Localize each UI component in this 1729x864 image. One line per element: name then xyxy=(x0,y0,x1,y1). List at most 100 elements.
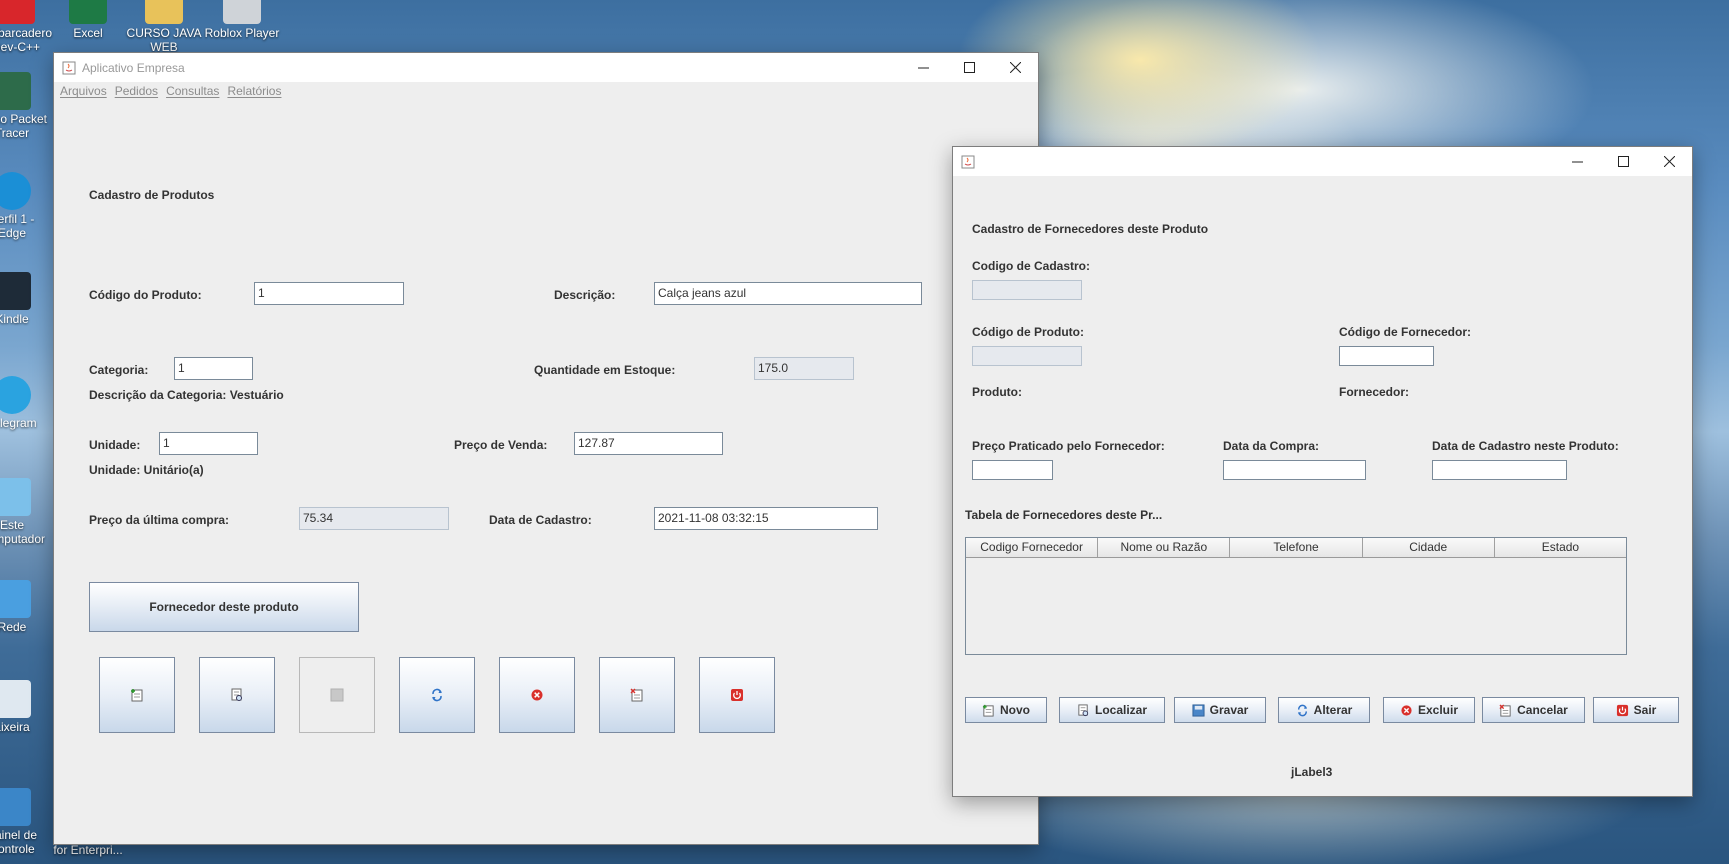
telegram-icon xyxy=(0,376,31,414)
quantidade-estoque-input: 175.0 xyxy=(754,357,854,380)
new-document-icon xyxy=(982,704,994,717)
main-content: Cadastro de Produtos Código do Produto: … xyxy=(54,53,1038,844)
fornecedores-table[interactable]: Codigo Fornecedor Nome ou Razão Telefone… xyxy=(965,537,1627,655)
footer-label: jLabel3 xyxy=(1291,765,1333,779)
alterar-button[interactable]: Alterar xyxy=(1278,697,1370,723)
devcpp-icon xyxy=(0,0,35,24)
desktop-icon-roblox[interactable]: Roblox Player xyxy=(204,0,280,40)
alterar-button[interactable] xyxy=(399,657,475,733)
desktop-icon-enterprise[interactable]: for Enterpri... xyxy=(50,843,126,857)
localizar-button[interactable] xyxy=(199,657,275,733)
categoria-label: Categoria: xyxy=(89,363,149,377)
column-header[interactable]: Codigo Fornecedor xyxy=(966,538,1099,557)
cancelar-button[interactable] xyxy=(599,657,675,733)
codigo-produto-input xyxy=(972,346,1082,366)
localizar-label: Localizar xyxy=(1094,703,1148,717)
network-icon xyxy=(0,580,31,618)
descricao-categoria-text: Descrição da Categoria: Vestuário xyxy=(89,388,284,402)
sair-label: Sair xyxy=(1633,703,1657,717)
data-cadastro-produto-label: Data de Cadastro neste Produto: xyxy=(1432,439,1619,453)
desktop-icon-packet-tracer[interactable]: Cisco Packet Tracer xyxy=(0,72,50,140)
table-title: Tabela de Fornecedores deste Pr... xyxy=(965,508,1163,522)
delete-icon xyxy=(531,689,543,701)
control-panel-icon xyxy=(0,788,31,826)
supplier-content: Cadastro de Fornecedores deste Produto C… xyxy=(953,147,1692,796)
excluir-button[interactable] xyxy=(499,657,575,733)
codigo-fornecedor-label: Código de Fornecedor: xyxy=(1339,325,1471,339)
desktop-icon-kindle[interactable]: Kindle xyxy=(0,272,50,326)
excluir-label: Excluir xyxy=(1417,703,1459,717)
novo-label: Novo xyxy=(1000,703,1030,717)
gravar-button[interactable] xyxy=(299,657,375,733)
preco-ultima-compra-label: Preço da última compra: xyxy=(89,513,230,527)
save-icon xyxy=(1192,703,1205,717)
power-icon xyxy=(1616,704,1628,716)
produto-label: Produto: xyxy=(972,385,1022,399)
folder-icon xyxy=(145,0,183,24)
desktop-icon-edge[interactable]: Perfil 1 - Edge xyxy=(0,172,50,240)
page-title: Cadastro de Produtos xyxy=(89,188,215,202)
unidade-descricao-text: Unidade: Unitário(a) xyxy=(89,463,204,477)
desktop-icon-telegram[interactable]: Telegram xyxy=(0,376,50,430)
fornecedor-produto-button[interactable]: Fornecedor deste produto xyxy=(89,582,359,632)
computer-icon xyxy=(0,478,31,516)
kindle-icon xyxy=(0,272,31,310)
desktop-icon-devcpp[interactable]: Embarcadero Dev-C++ xyxy=(0,0,54,54)
refresh-icon xyxy=(1297,704,1307,716)
quantidade-estoque-label: Quantidade em Estoque: xyxy=(534,363,676,377)
cancelar-label: Cancelar xyxy=(1517,703,1568,717)
codigo-cadastro-input xyxy=(972,280,1082,300)
column-header[interactable]: Cidade xyxy=(1363,538,1495,557)
sair-button[interactable]: Sair xyxy=(1593,697,1679,723)
delete-icon xyxy=(1401,704,1412,716)
column-header[interactable]: Estado xyxy=(1495,538,1626,557)
codigo-produto-input[interactable]: 1 xyxy=(254,282,404,305)
localizar-button[interactable]: Localizar xyxy=(1059,697,1165,723)
preco-praticado-input[interactable] xyxy=(972,460,1053,480)
codigo-produto-label: Código de Produto: xyxy=(972,325,1084,339)
descricao-label: Descrição: xyxy=(554,288,616,302)
fornecedor-label: Fornecedor: xyxy=(1339,385,1410,399)
preco-venda-label: Preço de Venda: xyxy=(454,438,548,452)
codigo-fornecedor-input[interactable] xyxy=(1339,346,1434,366)
codigo-cadastro-label: Codigo de Cadastro: xyxy=(972,259,1091,273)
desktop-icon-painel[interactable]: Painel de Controle xyxy=(0,788,50,856)
column-header[interactable]: Nome ou Razão xyxy=(1098,538,1231,557)
roblox-icon xyxy=(223,0,261,24)
main-window: Aplicativo Empresa Arquivos Pedidos Cons… xyxy=(53,52,1039,845)
desktop-icon-curso-java[interactable]: CURSO JAVA WEB xyxy=(126,0,202,54)
unidade-label: Unidade: xyxy=(89,438,141,452)
refresh-icon xyxy=(432,688,442,702)
preco-ultima-compra-input: 75.34 xyxy=(299,507,449,530)
find-document-icon xyxy=(231,688,242,701)
supplier-title: Cadastro de Fornecedores deste Produto xyxy=(972,222,1209,236)
desktop-icon-lixeira[interactable]: Lixeira xyxy=(0,680,50,734)
packet-tracer-icon xyxy=(0,72,31,110)
excluir-button[interactable]: Excluir xyxy=(1383,697,1475,723)
cancel-document-icon xyxy=(1499,703,1511,717)
unidade-input[interactable]: 1 xyxy=(159,432,258,455)
desktop-icon-este-computador[interactable]: Este Computador xyxy=(0,478,50,546)
gravar-label: Gravar xyxy=(1209,703,1249,717)
codigo-produto-label: Código do Produto: xyxy=(89,288,202,302)
categoria-input[interactable]: 1 xyxy=(174,357,253,380)
desktop-icon-excel[interactable]: Excel xyxy=(50,0,126,40)
desktop-icon-rede[interactable]: Rede xyxy=(0,580,50,634)
descricao-input[interactable]: Calça jeans azul xyxy=(654,282,922,305)
find-document-icon xyxy=(1078,703,1089,716)
data-compra-label: Data da Compra: xyxy=(1223,439,1320,453)
excel-icon xyxy=(69,0,107,24)
cancelar-button[interactable]: Cancelar xyxy=(1482,697,1585,723)
preco-venda-input[interactable]: 127.87 xyxy=(574,432,723,455)
novo-button[interactable] xyxy=(99,657,175,733)
data-cadastro-produto-input[interactable] xyxy=(1432,460,1567,480)
gravar-button[interactable]: Gravar xyxy=(1174,697,1266,723)
edge-icon xyxy=(0,172,31,210)
data-cadastro-input[interactable]: 2021-11-08 03:32:15 xyxy=(654,507,878,530)
data-compra-input[interactable] xyxy=(1223,460,1366,480)
column-header[interactable]: Telefone xyxy=(1230,538,1363,557)
sair-button[interactable] xyxy=(699,657,775,733)
novo-button[interactable]: Novo xyxy=(965,697,1047,723)
power-icon xyxy=(731,689,743,701)
supplier-window: Cadastro de Fornecedores deste Produto C… xyxy=(952,146,1693,797)
